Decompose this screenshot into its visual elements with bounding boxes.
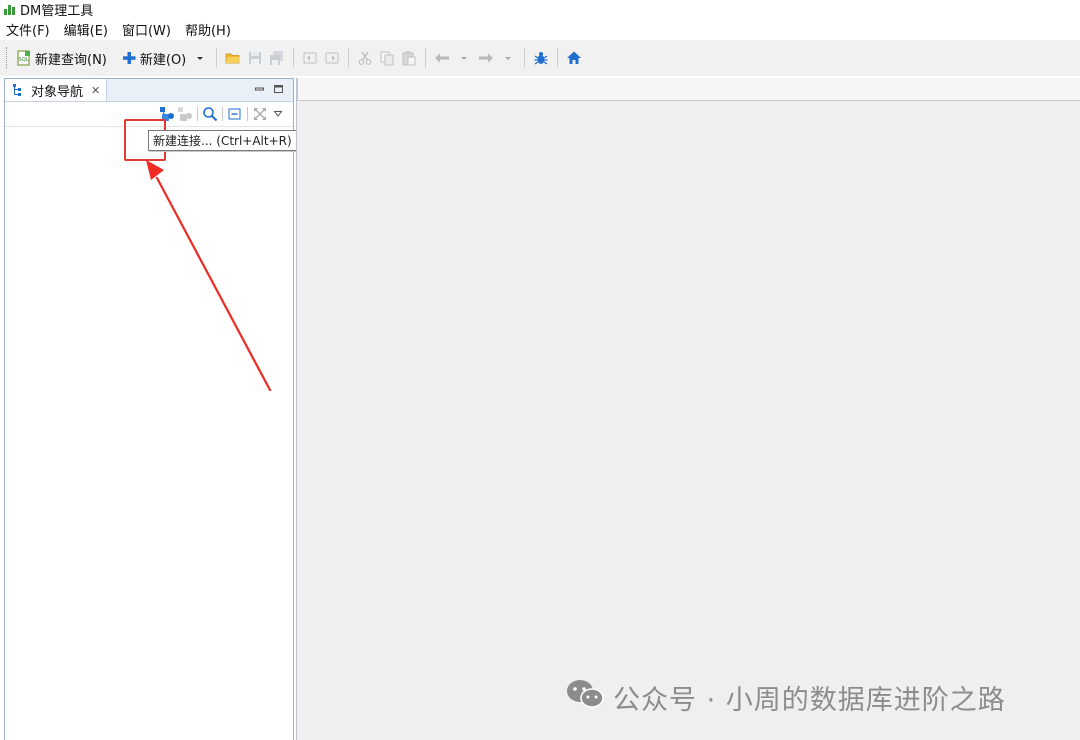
sql-new-query-icon: SQL (16, 50, 32, 66)
home-button[interactable] (563, 46, 585, 70)
panel-controls (255, 82, 283, 93)
editor-area (296, 78, 1080, 740)
collapse-all-button[interactable] (226, 105, 244, 123)
search-button[interactable] (201, 105, 219, 123)
save-all-icon (269, 50, 285, 66)
forward-dropdown-button[interactable] (497, 46, 519, 70)
tree-view-icon (11, 82, 27, 98)
copy-icon (379, 50, 395, 66)
menu-edit[interactable]: 编辑(E) (57, 20, 115, 39)
new-query-button[interactable]: SQL 新建查询(N) (13, 46, 110, 70)
menu-bar: 文件(F) 编辑(E) 窗口(W) 帮助(H) (0, 19, 238, 39)
watermark-text: 公众号 · 小周的数据库进阶之路 (613, 685, 1006, 716)
forward-arrow-icon (478, 50, 494, 66)
copy-button[interactable] (376, 46, 398, 70)
dm-app-icon (4, 3, 16, 15)
dropdown-arrow-icon (500, 50, 516, 66)
redo-button[interactable] (321, 46, 343, 70)
undo-button[interactable] (299, 46, 321, 70)
toolbar-separator (293, 48, 295, 68)
title-bar: DM管理工具 (0, 0, 1080, 19)
menu-help[interactable]: 帮助(H) (178, 20, 238, 39)
toolbar-separator (247, 107, 248, 121)
menu-window[interactable]: 窗口(W) (115, 20, 178, 39)
new-dropdown-button[interactable] (189, 46, 211, 70)
new-label: 新建(O) (139, 52, 187, 68)
back-dropdown-button[interactable] (453, 46, 475, 70)
redo-icon (324, 50, 340, 66)
navigator-toolbar (5, 102, 293, 161)
save-all-button[interactable] (266, 46, 288, 70)
toolbar-grip (6, 47, 9, 69)
navigator-tab-bar: 对象导航 ✕ (5, 79, 293, 102)
expand-button[interactable] (251, 105, 269, 123)
window-title: DM管理工具 (20, 3, 94, 19)
home-icon (566, 50, 582, 66)
plus-icon (121, 50, 137, 66)
view-menu-button[interactable] (269, 105, 287, 123)
forward-button[interactable] (475, 46, 497, 70)
toolbar-separator (197, 107, 198, 121)
minimize-icon[interactable] (255, 82, 264, 91)
dropdown-arrow-icon (192, 50, 208, 66)
watermark: 公众号 · 小周的数据库进阶之路 (565, 678, 1006, 717)
disconnect-button[interactable] (176, 105, 194, 123)
cut-button[interactable] (354, 46, 376, 70)
toolbar-separator (557, 48, 559, 68)
search-icon (202, 106, 218, 122)
open-button[interactable] (222, 46, 244, 70)
close-icon[interactable]: ✕ (91, 84, 100, 97)
collapse-all-icon (227, 106, 243, 122)
toolbar-separator (425, 48, 427, 68)
svg-text:SQL: SQL (19, 57, 29, 63)
open-folder-icon (225, 50, 241, 66)
paste-button[interactable] (398, 46, 420, 70)
toolbar-separator (524, 48, 526, 68)
editor-tab-strip (297, 78, 1080, 101)
toolbar-separator (222, 107, 223, 121)
expand-arrows-icon (252, 106, 268, 122)
debug-bug-icon (533, 50, 549, 66)
menu-file[interactable]: 文件(F) (0, 20, 57, 39)
dropdown-arrow-icon (456, 50, 472, 66)
undo-icon (302, 50, 318, 66)
tab-object-navigator[interactable]: 对象导航 ✕ (5, 79, 108, 101)
wechat-icon (565, 678, 605, 717)
toolbar-separator (216, 48, 218, 68)
maximize-icon[interactable] (274, 82, 283, 93)
new-connection-tooltip: 新建连接... (Ctrl+Alt+R) (148, 130, 297, 151)
new-query-label: 新建查询(N) (35, 52, 107, 68)
save-button[interactable] (244, 46, 266, 70)
object-navigator-panel: 对象导航 ✕ (4, 78, 294, 740)
main-toolbar: SQL 新建查询(N) 新建(O) (0, 40, 1080, 76)
disconnect-icon (177, 106, 193, 122)
save-icon (247, 50, 263, 66)
back-button[interactable] (431, 46, 453, 70)
chevron-down-icon (270, 106, 286, 122)
back-arrow-icon (434, 50, 450, 66)
debug-button[interactable] (530, 46, 552, 70)
toolbar-separator (348, 48, 350, 68)
navigator-tab-label: 对象导航 (31, 84, 84, 100)
new-button[interactable]: 新建(O) (118, 46, 189, 70)
paste-icon (401, 50, 417, 66)
cut-icon (357, 50, 373, 66)
